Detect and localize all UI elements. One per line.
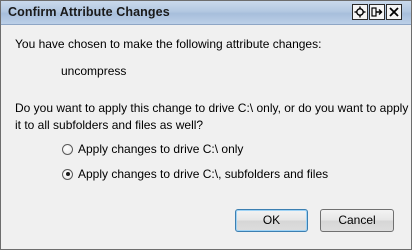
dialog-window: Confirm Attribute Changes You have chose… xyxy=(0,0,412,250)
option-drive-only[interactable]: Apply changes to drive C:\ only xyxy=(62,142,243,156)
ok-button[interactable]: OK xyxy=(235,209,308,232)
question-line-2: it to all subfolders and files as well? xyxy=(15,118,204,132)
radio-subfolders-files[interactable] xyxy=(62,168,73,180)
radio-drive-only[interactable] xyxy=(62,143,73,155)
close-icon xyxy=(389,7,399,17)
pin-icon xyxy=(371,7,383,17)
option-subfolders-files-label[interactable]: Apply changes to drive C:\, subfolders a… xyxy=(78,167,328,181)
option-drive-only-label[interactable]: Apply changes to drive C:\ only xyxy=(78,142,243,156)
question-line-1: Do you want to apply this change to driv… xyxy=(15,101,409,115)
intro-text: You have chosen to make the following at… xyxy=(15,37,322,51)
option-subfolders-files[interactable]: Apply changes to drive C:\, subfolders a… xyxy=(62,167,328,181)
cancel-button[interactable]: Cancel xyxy=(320,209,394,232)
apply-question-text: Do you want to apply this change to driv… xyxy=(15,100,408,134)
help-button[interactable] xyxy=(352,4,368,20)
move-icon xyxy=(354,6,366,18)
close-button[interactable] xyxy=(386,4,402,20)
title-bar[interactable]: Confirm Attribute Changes xyxy=(1,1,411,25)
attribute-change-value: uncompress xyxy=(61,64,127,78)
pin-button[interactable] xyxy=(369,4,385,20)
dialog-title: Confirm Attribute Changes xyxy=(8,5,170,19)
